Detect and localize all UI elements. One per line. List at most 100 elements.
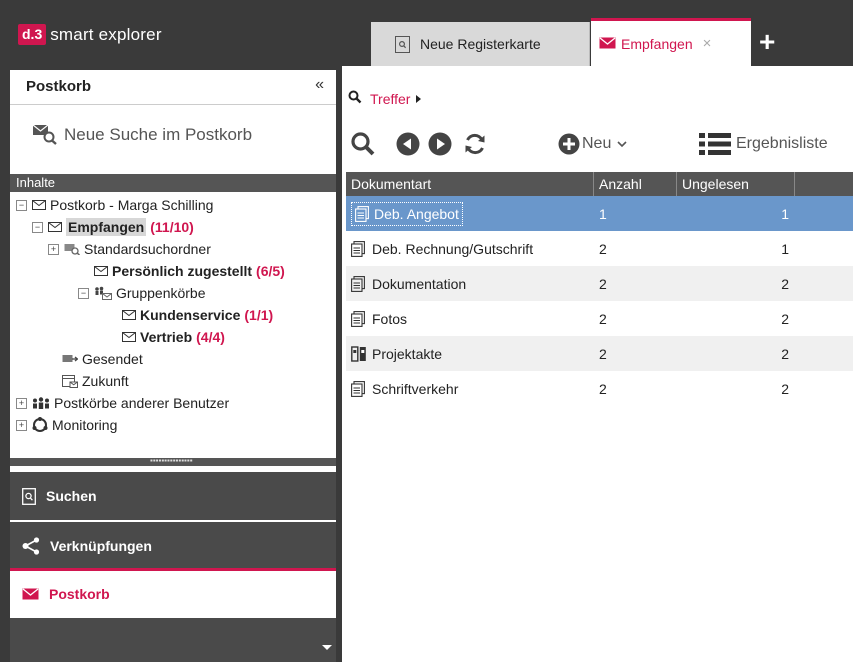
tree-item-gesendet[interactable]: Gesendet — [62, 348, 143, 370]
expand-toggle-icon[interactable]: + — [48, 243, 59, 255]
tab-empfangen[interactable]: Empfangen × — [591, 18, 751, 66]
tree-label: Postkörbe anderer Benutzer — [54, 395, 230, 411]
nav-verknuepfungen[interactable]: Verknüpfungen — [10, 522, 336, 570]
collapse-toggle-icon[interactable]: − — [32, 221, 43, 233]
refresh-button[interactable] — [462, 124, 488, 164]
sent-mail-icon — [62, 354, 78, 364]
col-dokumentart[interactable]: Dokumentart — [346, 172, 594, 196]
chevron-right-icon — [416, 94, 422, 103]
cell-ungelesen: 1 — [781, 205, 789, 222]
sidebar-panel: Postkorb « Neue Suche im Postkorb Inhalt… — [10, 70, 336, 662]
tree-item-standardsuchordner[interactable]: + Standardsuchordner — [48, 238, 211, 260]
expand-toggle-icon[interactable]: + — [16, 419, 27, 431]
search-icon — [351, 132, 375, 156]
document-icon — [355, 205, 369, 222]
nav-label: Postkorb — [49, 585, 110, 602]
forward-button[interactable] — [428, 124, 452, 164]
cell-dokumentart: Dokumentation — [346, 266, 594, 301]
dropdown-arrow-icon[interactable] — [322, 645, 332, 650]
col-anzahl[interactable]: Anzahl — [594, 172, 677, 196]
breadcrumb-treffer[interactable]: Treffer — [370, 91, 410, 107]
tree-label: Gruppenkörbe — [116, 285, 206, 301]
collapse-toggle-icon[interactable]: − — [16, 199, 27, 211]
top-bar: d.3 smart explorer Neue Registerkarte Em… — [0, 0, 853, 66]
search-button[interactable] — [350, 124, 376, 164]
envelope-outline-icon — [48, 222, 62, 232]
tree-label: Standardsuchordner — [84, 241, 211, 257]
cell-anzahl: 1 — [599, 205, 607, 222]
unread-count: (1/1) — [244, 307, 274, 323]
refresh-icon — [465, 133, 485, 155]
app-logo: d.3 smart explorer — [18, 24, 162, 45]
document-icon — [351, 380, 365, 397]
nav-overflow[interactable] — [10, 618, 336, 662]
tree-item-postkorb[interactable]: − Postkorb - Marga Schilling — [16, 194, 213, 216]
table-header: Dokumentart Anzahl Ungelesen — [346, 172, 853, 196]
row-selection: Deb. Angebot — [351, 201, 463, 226]
tree-item-monitoring[interactable]: + Monitoring — [16, 414, 117, 436]
main-content: Treffer Neu Ergebnisliste Dokumentart An… — [342, 66, 853, 662]
envelope-icon — [22, 587, 39, 600]
doc-type-name: Deb. Rechnung/Gutschrift — [372, 240, 534, 257]
cell-anzahl: 2 — [599, 380, 607, 397]
unread-count: (11/10) — [150, 219, 194, 235]
table-row[interactable]: Projektakte 2 2 — [346, 336, 853, 371]
new-search-button[interactable]: Neue Suche im Postkorb — [10, 110, 336, 160]
section-header: Inhalte — [10, 174, 336, 192]
results-table: Dokumentart Anzahl Ungelesen Deb. Angebo… — [346, 172, 853, 406]
add-tab-button[interactable]: + — [759, 28, 775, 56]
doc-type-name: Schriftverkehr — [372, 380, 459, 397]
envelope-outline-icon — [94, 266, 108, 276]
envelope-outline-icon — [122, 332, 136, 342]
document-icon — [351, 310, 365, 327]
table-row[interactable]: Deb. Rechnung/Gutschrift 2 1 — [346, 231, 853, 266]
tree-item-gruppenkoerbe[interactable]: − Gruppenkörbe — [78, 282, 206, 304]
close-tab-icon[interactable]: × — [703, 35, 712, 52]
col-ungelesen[interactable]: Ungelesen — [677, 172, 795, 196]
cell-dokumentart: Schriftverkehr — [346, 371, 594, 406]
expand-toggle-icon[interactable]: + — [16, 397, 27, 409]
logo-text: smart explorer — [50, 24, 162, 44]
tab-neue-registerkarte[interactable]: Neue Registerkarte — [371, 22, 590, 66]
document-icon — [351, 275, 365, 292]
table-row[interactable]: Deb. Angebot 1 1 — [346, 196, 853, 231]
table-row[interactable]: Dokumentation 2 2 — [346, 266, 853, 301]
new-button[interactable]: Neu — [558, 124, 628, 164]
cell-dokumentart: Projektakte — [346, 336, 594, 371]
sidebar-header: Postkorb « — [10, 70, 336, 105]
cell-dokumentart: Fotos — [346, 301, 594, 336]
envelope-outline-icon — [32, 200, 46, 210]
tree-item-empfangen[interactable]: − Empfangen (11/10) — [32, 216, 194, 238]
collapse-icon[interactable]: « — [315, 76, 324, 94]
tree-label: Zukunft — [82, 373, 129, 389]
table-row[interactable]: Schriftverkehr 2 2 — [346, 371, 853, 406]
back-button[interactable] — [396, 124, 420, 164]
search-doc-icon — [22, 487, 36, 505]
search-folder-icon — [64, 243, 80, 255]
tree-label: Kundenservice — [140, 307, 241, 323]
tree-item-persoenlich-zugestellt[interactable]: Persönlich zugestellt (6/5) — [94, 260, 285, 282]
forward-icon — [428, 132, 452, 156]
tree-item-kundenservice[interactable]: Kundenservice (1/1) — [122, 304, 273, 326]
table-row[interactable]: Fotos 2 2 — [346, 301, 853, 336]
nav-postkorb[interactable]: Postkorb — [10, 568, 336, 616]
doc-type-name: Dokumentation — [372, 275, 467, 292]
results-list-label: Ergebnisliste — [736, 135, 828, 152]
collapse-toggle-icon[interactable]: − — [78, 287, 89, 299]
tree-label: Vertrieb — [140, 329, 193, 345]
unread-count: (4/4) — [196, 329, 225, 345]
tree-item-zukunft[interactable]: Zukunft — [62, 370, 129, 392]
group-mail-icon — [94, 286, 112, 300]
cell-anzahl: 2 — [599, 240, 607, 257]
cell-ungelesen: 2 — [781, 380, 789, 397]
panel-splitter[interactable]: ▪▪▪▪▪▪▪▪▪▪▪▪▪▪▪ — [10, 457, 336, 466]
tab-label: Neue Registerkarte — [420, 36, 541, 52]
tree-item-vertrieb[interactable]: Vertrieb (4/4) — [122, 326, 225, 348]
tree-item-postkoerbe-anderer-benutzer[interactable]: + Postkörbe anderer Benutzer — [16, 392, 229, 414]
results-list-button[interactable]: Ergebnisliste — [698, 124, 828, 164]
cell-ungelesen: 2 — [781, 275, 789, 292]
unread-count: (6/5) — [256, 263, 285, 279]
nav-suchen[interactable]: Suchen — [10, 472, 336, 520]
new-search-label: Neue Suche im Postkorb — [64, 125, 253, 144]
tree-label: Gesendet — [82, 351, 143, 367]
